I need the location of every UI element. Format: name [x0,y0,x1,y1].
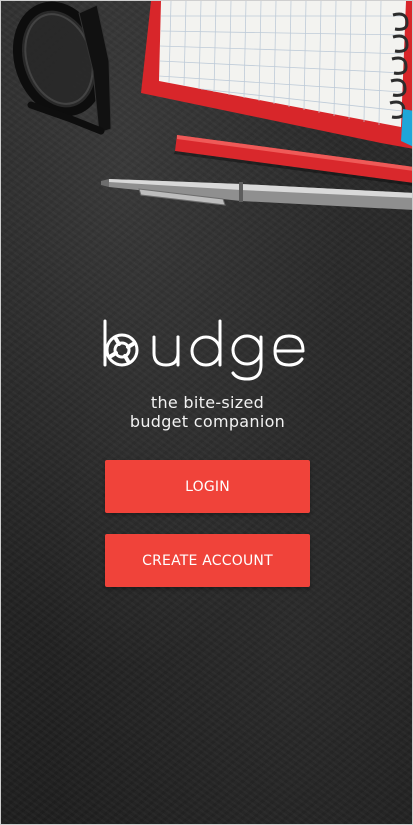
tagline-line-2: budget companion [129,412,286,431]
pen-image [101,179,412,210]
eyeglasses-image [12,1,112,135]
branding: the bite-sized budget companion [1,313,412,431]
create-account-button[interactable]: CREATE ACCOUNT [105,534,310,587]
tagline-line-1: the bite-sized [150,393,265,412]
budge-logo [103,319,304,381]
desk-background-image [12,1,412,210]
login-button[interactable]: LOGIN [105,460,310,513]
budge-logo-mark [103,319,138,367]
welcome-screen: the bite-sized budget companion LOGIN CR… [0,0,413,825]
notebook-image [141,1,412,149]
pencil-image [174,135,412,186]
tagline: the bite-sized budget companion [1,393,412,431]
